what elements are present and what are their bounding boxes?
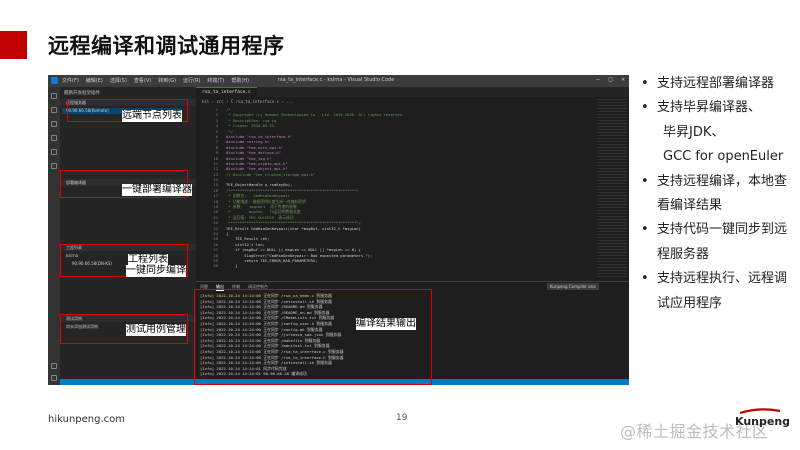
code-text: return TEE_ERROR_BAD_PARAMETERS; [226,257,318,263]
code-text: #include "tee_crypto_api.h" [226,160,288,166]
code-text: uint32_t len; [226,241,265,247]
bullet-item: 支持远程执行、远程调试应用程序 [641,267,799,316]
ide-menu-bar: 文件(F) 编辑(E) 选择(S) 查看(V) 转到(G) 运行(R) 终端(T) 帮助(H) [62,77,249,84]
annotation-box-output [194,289,432,385]
slide-title: 远程编译和调试通用程序 [48,34,285,58]
menu-item[interactable]: 文件(F) [62,77,79,84]
bullet-item: 支持远程部署编译器 [641,72,799,97]
annotation-remote-nodes: 远端节点列表 [122,110,182,122]
menu-item[interactable]: 运行(R) [183,77,200,84]
activity-bar [48,87,60,385]
output-channel-select[interactable]: Kunpeng Compiler ana [547,283,599,290]
ide-titlebar: 文件(F) 编辑(E) 选择(S) 查看(V) 转到(G) 运行(R) 终端(T) 帮助(H)… [48,75,629,87]
editor-tabs: rsa_ta_interface.c [196,87,629,97]
menu-item[interactable]: 帮助(H) [231,77,249,84]
window-controls: – □ ✕ [596,76,625,83]
menu-item[interactable]: 选择(S) [110,77,127,84]
code-text: * Copyright (c) Huawei Technologies Co.,… [226,112,405,118]
code-lines: 1/* 2 * Copyright (c) Huawei Technologies… [196,107,629,269]
code-text: // #include "tee_trusted_storage_api.h" [226,171,316,177]
maximize-icon[interactable]: □ [609,76,613,83]
code-text: if (msgBuf == NULL || msgLen == NULL || … [226,247,361,253]
sidebar-header: 鲲鹏开发框架插件 [64,91,100,96]
bullet-subtext: 毕昇JDK、 [663,124,725,140]
menu-item[interactable]: 编辑(E) [86,77,103,84]
code-text: * 参数: msgHer1 用于传递的参数 [226,204,297,210]
code-text: /* [226,107,231,112]
annotation-deploy-compiler: 一键部署编译器 [122,184,192,196]
code-text: #include "tee_object_api.h" [226,166,288,172]
kunpeng-plugin-icon[interactable] [51,163,57,169]
code-text: #include "tee_core_api.h" [226,144,284,150]
source-control-icon[interactable] [51,121,57,127]
settings-gear-icon[interactable] [51,375,57,381]
code-text: } [226,263,238,269]
bullet-text: 支持远程编译，本地查看编译结果 [657,173,788,214]
close-icon[interactable]: ✕ [621,76,625,83]
code-text: TEE_Result ret; [226,236,270,242]
code-text: #include <string.h> [226,139,270,145]
code-text: #include "tee_defines.h" [226,150,281,156]
bullet-text: 支持毕昇编译器、 [657,100,762,116]
extensions-icon[interactable] [51,149,57,155]
code-text: * Description: rsa ta [226,117,277,123]
annotation-test-cases: 测试用例管理 [126,324,186,336]
code-text: /***************************************… [226,187,359,193]
code-text: */ [226,128,233,134]
annotation-compile-output: 编译结果输出 [356,318,416,330]
breadcrumb[interactable]: ksl › src › C rsa_ta_interface.c › ... [202,99,294,104]
menu-item[interactable]: 转到(G) [158,77,176,84]
account-icon[interactable] [51,363,57,369]
line-number: 30 [213,263,218,269]
bullet-subtext: GCC for openEuler [663,149,784,165]
code-line[interactable]: 30 } [196,263,629,268]
bullet-item: 支持远程编译，本地查看编译结果 [641,170,799,219]
code-text: * msgCon TA返回的数据长度 [226,209,301,215]
explorer-icon[interactable] [51,93,57,99]
bullet-text: 支持远程执行、远程调试应用程序 [657,271,788,311]
code-text: ****************************************… [226,220,361,226]
minimap[interactable] [597,99,627,279]
vscode-logo-icon [51,77,58,84]
code-text: * 功能描述: 根据密钥长度生成一对随机密钥 [226,198,306,204]
code-text: { [226,230,229,236]
bullet-text: 支持代码一键同步到远程服务器 [657,222,788,262]
feature-bullets: 支持远程部署编译器支持毕昇编译器、毕昇JDK、 GCC for openEuler… [641,72,799,316]
code-text: TEE_ObjectHandle g_rsaKeyObj; [226,182,293,188]
annotation-one-click-sync: 一键同步编译 [126,265,186,277]
code-text: * 函数名: CmdRsaGenKeypair [226,193,290,199]
search-icon[interactable] [51,107,57,113]
code-text: #include "tee_log.h" [226,155,272,161]
ide-window-title: rsa_ta_interface.c - kslrna - Visual Stu… [278,77,395,83]
title-accent-bar [0,31,27,59]
menu-item[interactable]: 终端(T) [207,77,224,84]
bullet-item: 支持代码一键同步到远程服务器 [641,218,799,267]
code-text: #include "rsa_ta_interface.h" [226,133,293,139]
code-text: * Create: 2020-09-21 [226,123,275,129]
code-text: * 返回值: TEE_SUCCESS 表示成功 [226,214,294,220]
bullet-item: 支持毕昇编译器、 [641,96,799,121]
code-text: TEE_Result CmdRsaGenKeypair(char *msgBuf… [226,225,361,231]
minimize-icon[interactable]: – [596,76,600,83]
tab-rsa-ta-interface[interactable]: rsa_ta_interface.c [196,87,257,97]
menu-item[interactable]: 查看(V) [134,77,151,84]
kunpeng-logo-text: Kunpeng [735,415,791,428]
run-debug-icon[interactable] [51,135,57,141]
page-number: 19 [396,413,408,423]
footer-url: hikunpeng.com [48,414,125,425]
code-text: SLogError("CmdRsaGenKeypair: Bad expecte… [226,252,373,258]
code-editor[interactable]: rsa_ta_interface.c ksl › src › C rsa_ta_… [196,87,629,281]
bullet-text: 支持远程部署编译器 [657,76,775,91]
